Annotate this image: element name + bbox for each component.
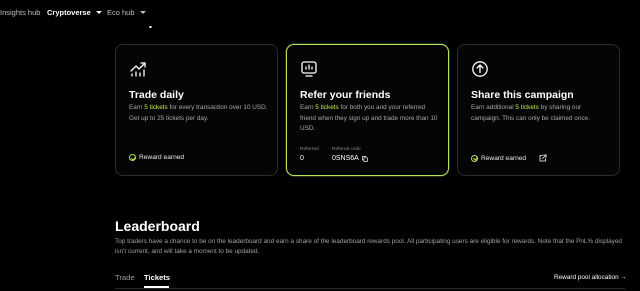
reward-earned-label: Reward earned <box>481 154 527 162</box>
task-card-refer-friends: Refer your friends Earn 5 tickets for bo… <box>286 44 449 176</box>
chevron-down-icon <box>95 11 102 14</box>
tickets-highlight: 5 tickets <box>144 104 168 111</box>
task-card-share-campaign: Share this campaign Earn additional 5 ti… <box>457 44 620 176</box>
top-nav: Insights hub Cryptoverse Eco hub <box>0 0 640 26</box>
active-tab-indicator <box>144 286 169 288</box>
nav-item-cryptoverse[interactable]: Cryptoverse <box>47 8 102 17</box>
upload-circle-icon <box>472 61 488 77</box>
present-screen-icon <box>301 61 317 77</box>
nav-item-label: Insights hub <box>0 8 41 17</box>
leaderboard-description: Top traders have a chance to be on the l… <box>115 238 622 255</box>
referred-count: Referred 0 <box>300 147 319 162</box>
card-description: Earn additional 5 tickets by sharing our… <box>471 104 590 122</box>
chevron-down-icon <box>139 11 146 14</box>
check-circle-icon <box>471 154 478 162</box>
card-title: Refer your friends <box>300 89 391 101</box>
card-title: Share this campaign <box>471 89 574 101</box>
referred-label: Referred <box>300 147 319 152</box>
card-description: Earn 5 tickets for every transaction ove… <box>129 104 268 122</box>
tab-divider <box>115 287 625 288</box>
external-link-icon[interactable] <box>539 154 547 162</box>
nav-item-label: Eco hub <box>107 8 135 17</box>
nav-item-label: Cryptoverse <box>47 8 91 17</box>
check-circle-icon <box>129 154 136 161</box>
reward-earned-label: Reward earned <box>139 154 185 161</box>
reward-pool-allocation-link[interactable]: Reward pool allocation → <box>554 274 627 281</box>
card-description: Earn 5 tickets for both you and your ref… <box>300 104 438 132</box>
task-card-trade-daily: Trade daily Earn 5 tickets for every tra… <box>115 44 278 176</box>
nav-item-insights-hub[interactable]: Insights hub <box>0 8 40 17</box>
referral-code-value: 0SNS6A <box>332 155 359 162</box>
referral-code: Referral code 0SNS6A <box>332 147 368 162</box>
copy-icon[interactable] <box>362 155 368 162</box>
reward-earned-status: Reward earned <box>471 154 547 162</box>
trend-chart-icon <box>130 62 146 77</box>
nav-item-eco-hub[interactable]: Eco hub <box>107 8 146 17</box>
reward-earned-status: Reward earned <box>129 154 184 161</box>
tab-tickets[interactable]: Tickets <box>144 273 170 282</box>
tickets-highlight: 5 tickets <box>515 104 539 111</box>
referral-code-label: Referral code <box>332 147 361 152</box>
leaderboard-title: Leaderboard <box>115 218 200 234</box>
referred-value: 0 <box>300 155 304 162</box>
card-title: Trade daily <box>129 89 184 101</box>
tickets-highlight: 5 tickets <box>315 104 339 111</box>
tab-trade[interactable]: Trade <box>115 273 135 282</box>
